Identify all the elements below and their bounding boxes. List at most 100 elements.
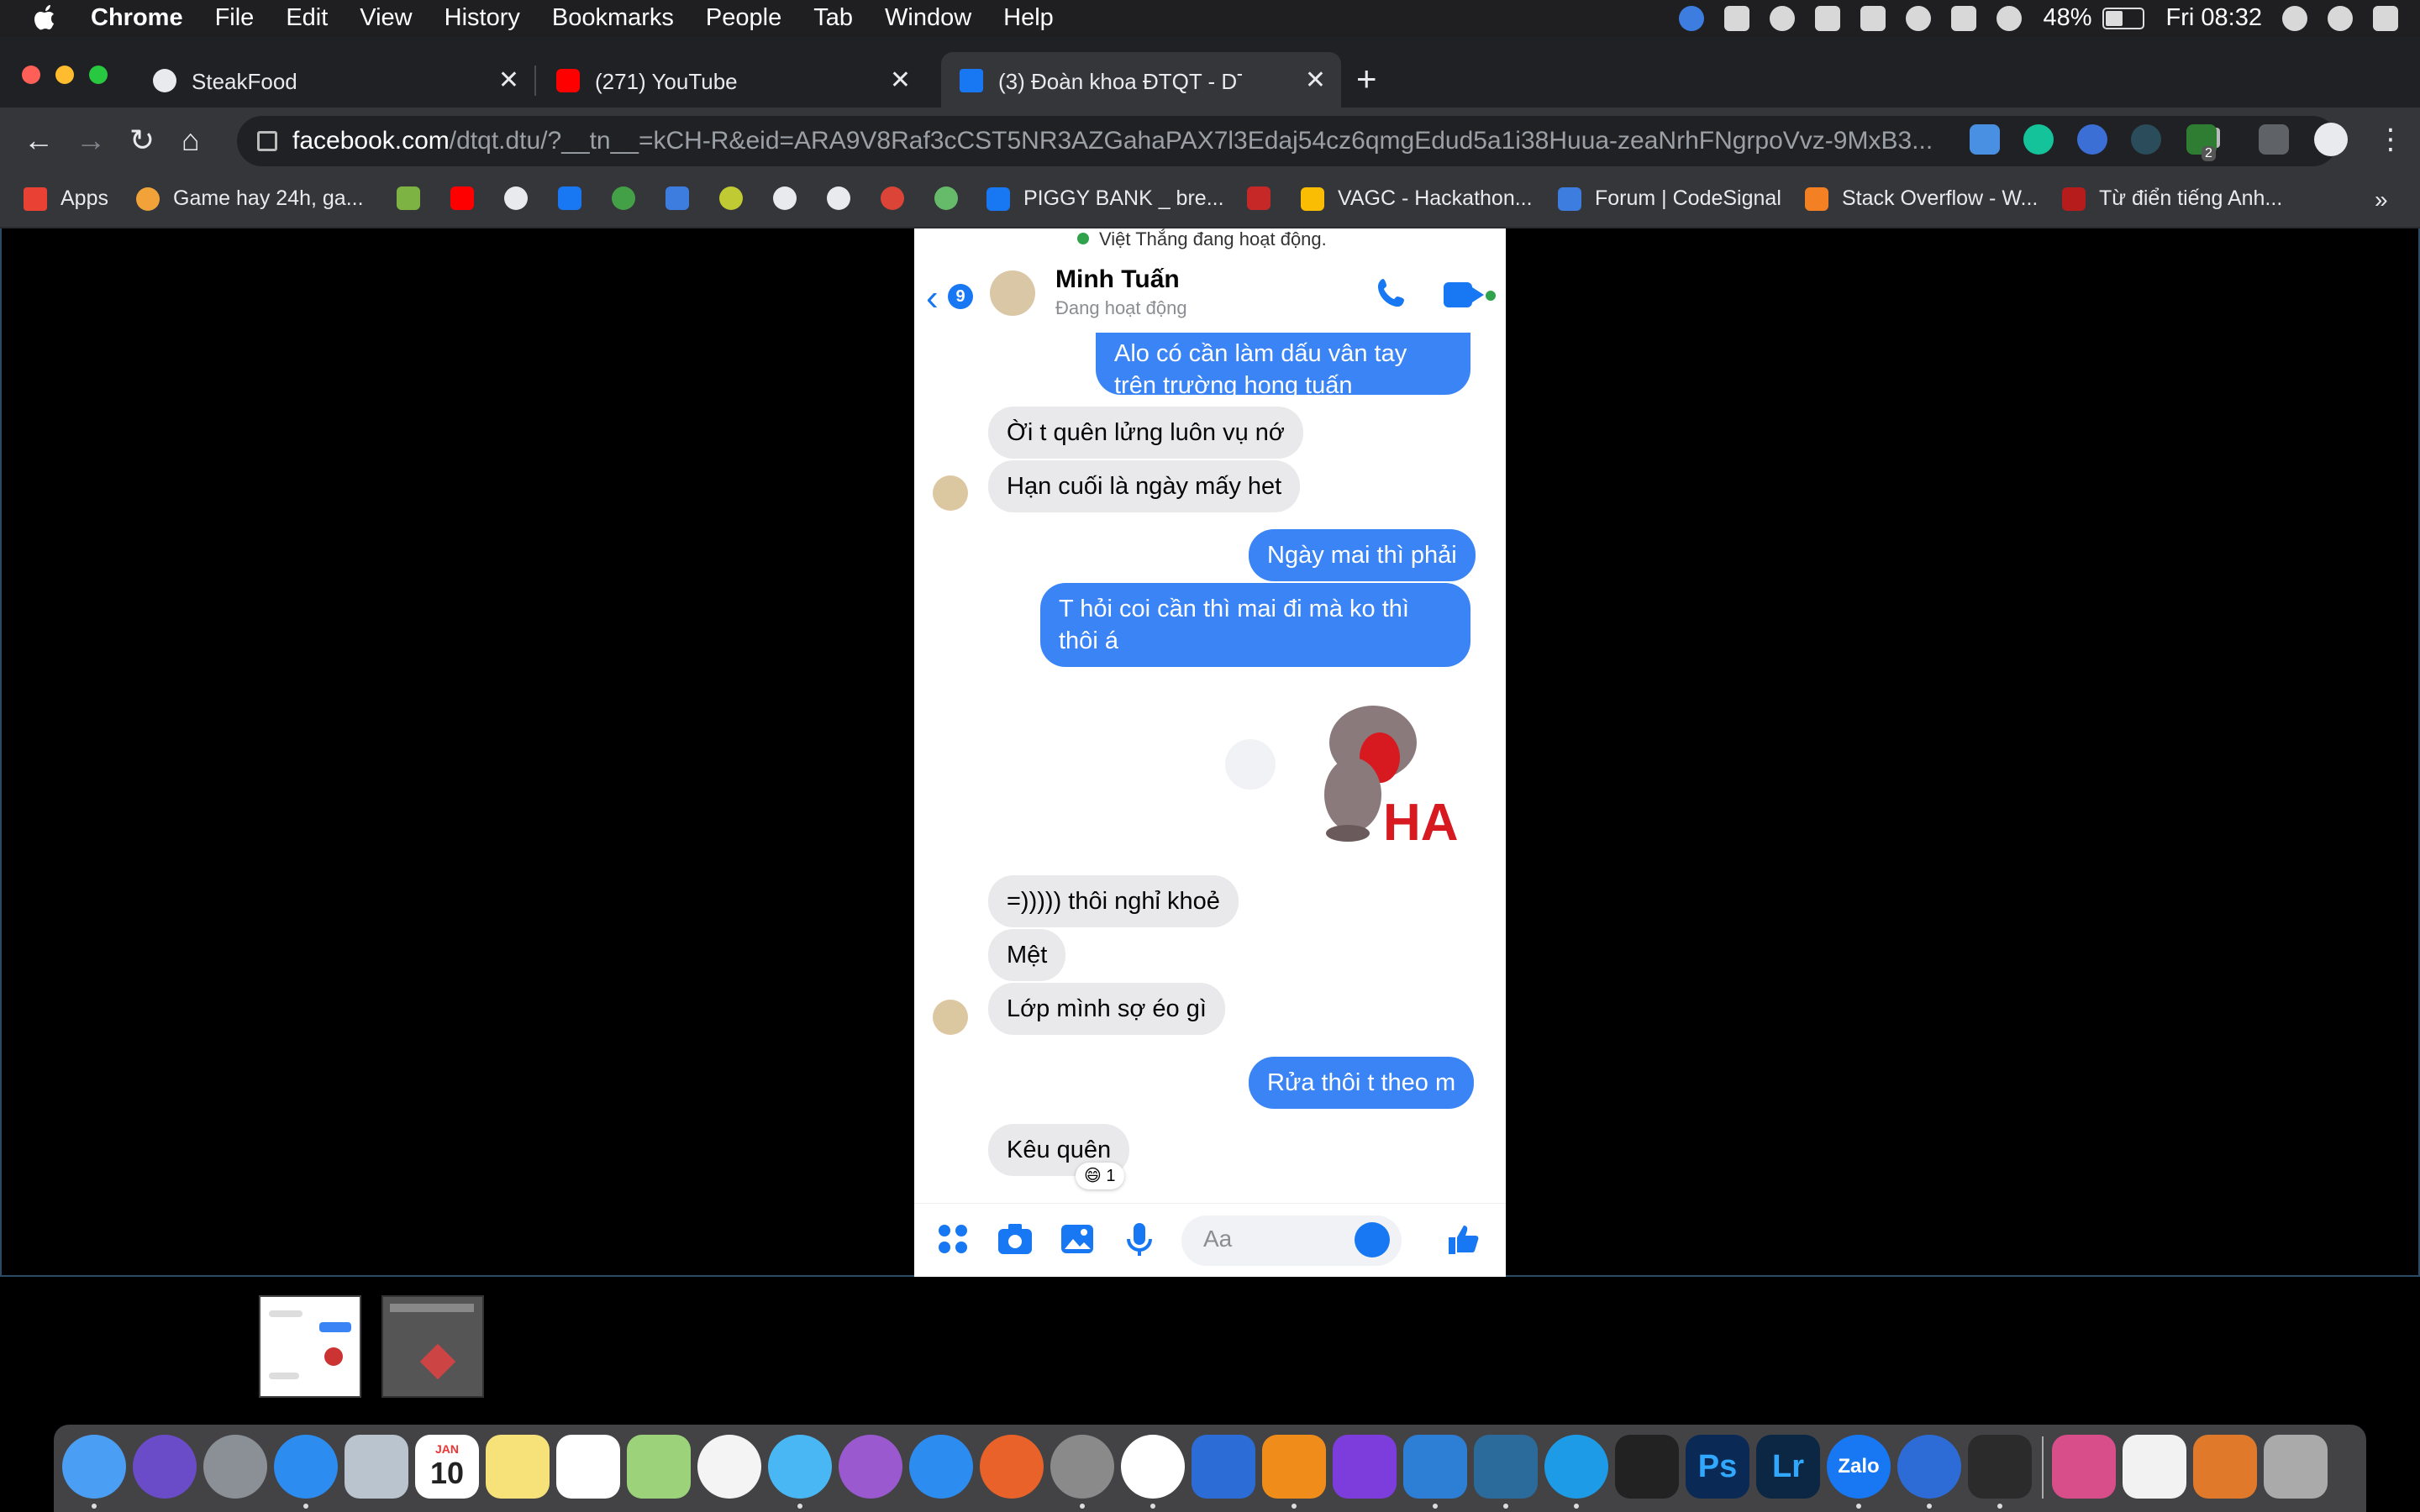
extension-drop-icon[interactable] [1970, 124, 2000, 155]
cleanmymac-icon[interactable] [2052, 1435, 2116, 1499]
bookmark-dictionary[interactable]: Từ điển tiếng Anh... [2062, 186, 2282, 211]
apple-menu-icon[interactable] [34, 3, 59, 32]
menu-window[interactable]: Window [885, 4, 971, 32]
bookmark-map[interactable] [397, 186, 420, 210]
thumbnail-messenger[interactable] [259, 1295, 361, 1398]
tab-close-icon[interactable]: ✕ [1305, 66, 1326, 95]
bookmark-facebook-1[interactable] [558, 186, 581, 210]
docker-status-icon[interactable] [1814, 5, 1840, 31]
phpstorm-icon[interactable] [1333, 1435, 1397, 1499]
bookmarks-overflow-button[interactable]: » [2375, 186, 2388, 213]
bookmark-codesignal[interactable]: Forum | CodeSignal [1558, 186, 1781, 211]
tab-youtube[interactable]: (271) YouTube ✕ [538, 52, 926, 108]
menu-bookmarks[interactable]: Bookmarks [552, 4, 674, 32]
wifi-icon[interactable] [1996, 5, 2022, 31]
cube-status-icon[interactable] [1723, 5, 1749, 31]
extension-pen-icon[interactable] [2077, 124, 2107, 155]
vscode-icon[interactable] [1403, 1435, 1467, 1499]
terminal-icon[interactable] [1615, 1435, 1679, 1499]
notes-icon[interactable] [486, 1435, 550, 1499]
messages-icon[interactable] [768, 1435, 832, 1499]
spotlight-search-icon[interactable] [2282, 5, 2307, 31]
check-status-icon[interactable] [1905, 5, 1931, 31]
camera-share-icon[interactable] [1225, 739, 1276, 790]
bookmark-t[interactable] [666, 186, 689, 210]
battery-icon[interactable] [2102, 7, 2144, 29]
podcasts-icon[interactable] [839, 1435, 902, 1499]
bookmark-clock[interactable] [719, 186, 743, 210]
home-icon[interactable]: ⌂ [182, 123, 200, 158]
notification-center-icon[interactable] [2373, 5, 2398, 31]
bookmark-leaf[interactable] [934, 186, 958, 210]
like-thumb-icon[interactable] [1445, 1221, 1482, 1257]
siri-status-icon[interactable] [2328, 5, 2353, 31]
siri-icon[interactable] [133, 1435, 197, 1499]
calendar-icon[interactable]: JAN 10 [415, 1435, 479, 1499]
reload-icon[interactable]: ↻ [129, 123, 155, 158]
tab-close-icon[interactable]: ✕ [498, 66, 519, 95]
window-minimize-button[interactable] [55, 66, 74, 84]
bookmark-red[interactable] [1247, 186, 1270, 210]
more-apps-icon[interactable] [934, 1221, 971, 1257]
profile-avatar[interactable] [2314, 123, 2348, 156]
gallery-icon[interactable] [1059, 1221, 1096, 1257]
bookmark-globe-3[interactable] [827, 186, 850, 210]
chrome-icon[interactable] [1121, 1435, 1185, 1499]
word-icon[interactable] [1192, 1435, 1255, 1499]
menu-help[interactable]: Help [1003, 4, 1054, 32]
bookmark-piggy-bank[interactable]: PIGGY BANK _ bre... [986, 186, 1224, 211]
bookmark-green[interactable] [612, 186, 635, 210]
menu-people[interactable]: People [706, 4, 781, 32]
camera-icon[interactable] [997, 1221, 1034, 1257]
mysql-workbench-icon[interactable] [1474, 1435, 1538, 1499]
menu-file[interactable]: File [215, 4, 255, 32]
tab-close-icon[interactable]: ✕ [890, 66, 911, 95]
lock-icon[interactable] [257, 131, 277, 151]
video-call-icon[interactable] [1444, 282, 1484, 307]
system-preferences-icon[interactable] [1050, 1435, 1114, 1499]
photoshop-icon[interactable]: Ps [1686, 1435, 1749, 1499]
reminders-icon[interactable] [556, 1435, 620, 1499]
menu-view[interactable]: View [360, 4, 412, 32]
back-chevron-icon[interactable]: ‹ [926, 277, 939, 319]
thumbnail-document[interactable] [381, 1295, 484, 1398]
address-bar[interactable]: facebook.com/dtqt.dtu/?__tn__=kCH-R&eid=… [237, 116, 2338, 166]
bookmark-globe-1[interactable] [504, 186, 528, 210]
contact-avatar[interactable] [990, 270, 1035, 316]
creative-cloud-status-icon[interactable] [1769, 5, 1795, 31]
phone-call-icon[interactable] [1375, 276, 1412, 312]
safari-icon[interactable] [274, 1435, 338, 1499]
trash-icon[interactable] [2264, 1435, 2328, 1499]
window-close-button[interactable] [22, 66, 40, 84]
messenger-screenshot[interactable]: Việt Thắng đang hoạt động. Alo có cần là… [914, 228, 1506, 1277]
dark-mode-icon[interactable] [2131, 124, 2161, 155]
menu-history[interactable]: History [445, 4, 520, 32]
grammarly-icon[interactable] [2023, 124, 2054, 155]
maps-icon[interactable] [627, 1435, 691, 1499]
new-tab-button[interactable]: + [1356, 59, 1377, 99]
terminal2-icon[interactable] [1968, 1435, 2032, 1499]
bookmark-stackoverflow[interactable]: Stack Overflow - W... [1805, 186, 2038, 211]
bookmark-game[interactable]: Game hay 24h, ga... [136, 186, 364, 211]
bookmark-vagc[interactable]: VAGC - Hackathon... [1301, 186, 1533, 211]
teamviewer-status-icon[interactable] [1678, 5, 1704, 31]
message-reaction[interactable]: 😄 1 [1076, 1163, 1124, 1189]
preview-icon[interactable] [2193, 1435, 2257, 1499]
window-zoom-button[interactable] [89, 66, 108, 84]
vietnamese-input-icon[interactable] [1950, 5, 1976, 31]
bookmark-chrome[interactable] [881, 186, 904, 210]
bookmark-apps[interactable]: Apps [24, 186, 108, 211]
finder-icon[interactable] [62, 1435, 126, 1499]
menu-edit[interactable]: Edit [286, 4, 328, 32]
notification-status-icon[interactable] [1860, 5, 1886, 31]
laughing-sticker[interactable]: HA [1289, 692, 1465, 848]
bookmark-youtube[interactable] [450, 186, 474, 210]
bookmark-globe-2[interactable] [773, 186, 797, 210]
lightroom-icon[interactable]: Lr [1756, 1435, 1820, 1499]
emoji-icon[interactable] [1355, 1222, 1390, 1257]
pixelmator-icon[interactable] [980, 1435, 1044, 1499]
back-arrow-icon[interactable]: ← [24, 123, 54, 158]
forward-arrow-icon[interactable]: → [76, 123, 106, 158]
mail-icon[interactable] [345, 1435, 408, 1499]
menu-app-name[interactable]: Chrome [91, 4, 183, 32]
